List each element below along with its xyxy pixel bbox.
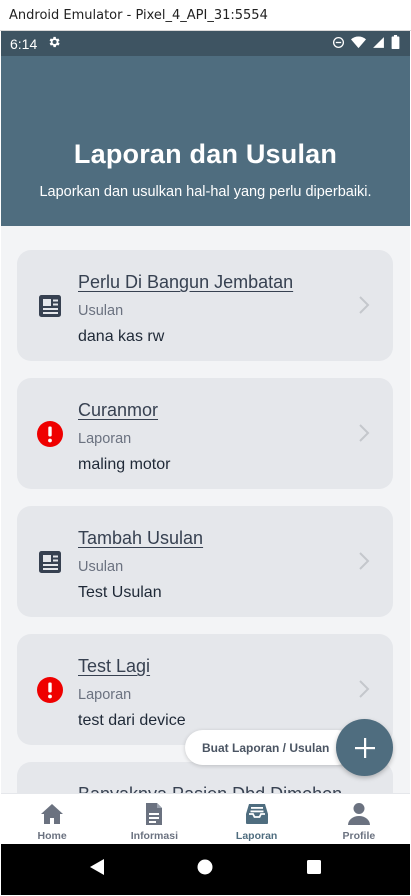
system-navigation-bar <box>1 844 410 895</box>
card-title[interactable]: Banyaknya Pasien Dbd Dimohon <box>78 784 342 793</box>
card-type: Usulan <box>78 559 124 575</box>
nav-label: Profile <box>342 830 376 842</box>
nav-label: Informasi <box>130 830 178 842</box>
user-icon <box>346 801 372 827</box>
alert-icon <box>36 676 64 704</box>
card-type: Usulan <box>78 303 124 319</box>
nav-item-informasi[interactable]: Informasi <box>103 794 205 844</box>
card-description: test dari device <box>78 712 186 729</box>
report-card[interactable]: Perlu Di Bangun Jembatan Usulan dana kas… <box>17 250 393 361</box>
battery-icon <box>391 35 400 52</box>
nav-item-home[interactable]: Home <box>1 794 103 844</box>
create-report-button[interactable] <box>336 719 393 776</box>
plus-icon <box>354 737 375 758</box>
page-subtitle: Laporkan dan usulkan hal-hal yang perlu … <box>39 184 372 200</box>
bottom-navigation: Home Informasi Laporan Profile <box>1 793 410 844</box>
do-not-disturb-icon <box>332 36 345 52</box>
window-title: Android Emulator - Pixel_4_API_31:5554 <box>9 7 268 23</box>
chevron-right-icon <box>359 424 370 442</box>
newspaper-icon <box>36 548 64 576</box>
report-card[interactable]: Banyaknya Pasien Dbd Dimohon <box>17 762 393 793</box>
card-type: Laporan <box>78 687 132 703</box>
page-title: Laporan dan Usulan <box>73 139 338 169</box>
nav-label: Laporan <box>235 830 278 842</box>
chevron-right-icon <box>359 552 370 570</box>
card-type: Laporan <box>78 431 132 447</box>
wifi-icon <box>351 36 366 52</box>
page-header: Laporan dan Usulan Laporkan dan usulkan … <box>1 56 410 226</box>
card-title[interactable]: Test Lagi <box>78 656 150 677</box>
alert-icon <box>36 420 64 448</box>
card-title[interactable]: Tambah Usulan <box>78 528 203 549</box>
device-screen: 6:14 Laporan dan Usulan Laporkan dan usu… <box>1 31 410 895</box>
emulator-titlebar: Android Emulator - Pixel_4_API_31:5554 <box>0 0 411 31</box>
card-title[interactable]: Perlu Di Bangun Jembatan <box>78 272 293 293</box>
report-card[interactable]: Curanmor Laporan maling motor <box>17 378 393 489</box>
inbox-icon <box>244 801 270 827</box>
report-card[interactable]: Test Lagi Laporan test dari device <box>17 634 393 745</box>
chevron-right-icon <box>359 296 370 314</box>
settings-gear-icon <box>47 35 61 52</box>
status-bar: 6:14 <box>1 31 410 56</box>
newspaper-icon <box>36 292 64 320</box>
chevron-right-icon <box>359 680 370 698</box>
recents-icon[interactable] <box>306 859 322 880</box>
card-description: maling motor <box>78 456 171 473</box>
home-icon <box>39 801 65 827</box>
report-list[interactable]: Perlu Di Bangun Jembatan Usulan dana kas… <box>1 226 410 793</box>
nav-item-laporan[interactable]: Laporan <box>206 794 308 844</box>
card-description: Test Usulan <box>78 584 162 601</box>
report-card[interactable]: Tambah Usulan Usulan Test Usulan <box>17 506 393 617</box>
signal-icon <box>372 36 385 52</box>
nav-label: Home <box>37 830 67 842</box>
status-time: 6:14 <box>10 35 38 52</box>
document-icon <box>141 801 167 827</box>
card-description: dana kas rw <box>78 328 165 345</box>
back-icon[interactable] <box>89 858 105 881</box>
create-report-label[interactable]: Buat Laporan / Usulan <box>185 730 355 765</box>
nav-item-profile[interactable]: Profile <box>308 794 410 844</box>
card-title[interactable]: Curanmor <box>78 400 158 421</box>
home-circle-icon[interactable] <box>197 859 213 880</box>
